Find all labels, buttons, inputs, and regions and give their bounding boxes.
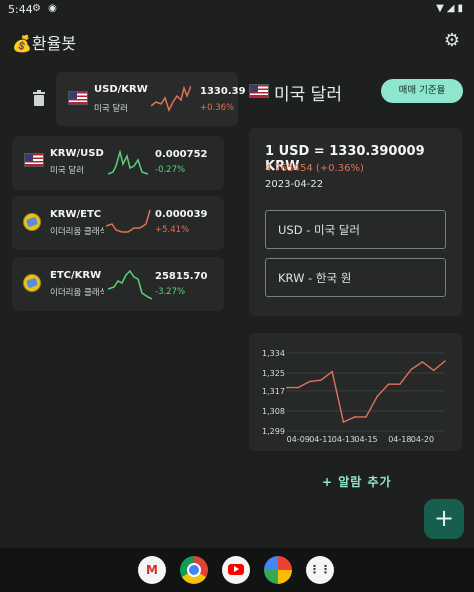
y-tick-label: 1,325 (262, 369, 285, 378)
data-point (308, 380, 311, 383)
data-point (399, 383, 401, 385)
x-tick-label: 04-18 (388, 435, 411, 444)
app-title: 💰환율봇 (12, 30, 76, 54)
sparkline (108, 149, 148, 175)
rate-date: 2023-04-22 (265, 179, 324, 190)
rate-change: -3.27% (155, 287, 186, 297)
data-point (286, 386, 288, 389)
data-point (331, 370, 333, 373)
rate-change: +5.41% (155, 225, 190, 235)
sparkline (151, 85, 191, 112)
rate-chart: 1,334 1,325 1,317 1,308 1,29904-09 04-11 04-13… (262, 349, 446, 444)
conversion-card: 1 USD = 1330.390009 KRW 4.765454 (+0.36%… (249, 128, 462, 316)
clock: 5:44 (8, 3, 33, 16)
us-flag-icon (24, 153, 44, 167)
rate-change: -0.27% (155, 165, 186, 175)
status-bar: 5:44 ⚙ ◉ ▼◢▮ (0, 0, 474, 20)
add-alarm-button[interactable]: + 알람 추가 (322, 473, 392, 490)
data-point (320, 379, 322, 381)
data-point (432, 369, 435, 372)
rate-value: 1330.39 (200, 86, 246, 97)
system-icons: ▼◢▮ (436, 3, 466, 14)
rate-value: 25815.70 (155, 271, 208, 282)
x-tick-label: 04-11 (309, 435, 332, 444)
add-fab-button[interactable]: + (424, 499, 464, 539)
y-tick-label: 1,299 (262, 427, 285, 436)
currency-name: 미국 달러 (94, 104, 128, 114)
pair-label: ETC/KRW (50, 270, 102, 281)
app-drawer-icon[interactable]: ⋮⋮ (306, 556, 334, 584)
rate-change: +0.36% (200, 103, 235, 113)
list-item[interactable]: KRW/USD 미국 달러 0.000752 -0.27% (12, 136, 224, 190)
app-title-text: 환율봇 (31, 34, 77, 53)
y-tick-label: 1,334 (262, 349, 285, 358)
list-item[interactable]: ETC/KRW 이더리움 클래식 25815.70 -3.27% (12, 257, 224, 311)
data-point (444, 360, 446, 362)
ethereum-classic-icon (23, 274, 41, 292)
from-currency-field[interactable]: USD - 미국 달러 (265, 210, 446, 249)
y-tick-label: 1,317 (262, 387, 285, 396)
x-tick-label: 04-09 (287, 435, 310, 444)
data-point (297, 386, 300, 389)
data-point (376, 395, 379, 398)
rate-value: 0.000752 (155, 149, 208, 160)
gmail-icon[interactable]: M (138, 556, 166, 584)
from-currency-value: USD - 미국 달러 (278, 223, 361, 237)
data-point (410, 368, 412, 371)
x-tick-label: 04-15 (354, 435, 377, 444)
data-point (342, 421, 345, 423)
us-flag-icon (249, 84, 269, 98)
currency-name: 이더리움 클래식 (50, 227, 104, 237)
system-dock: M ⋮⋮ (0, 548, 474, 592)
pair-label: KRW/USD (50, 148, 104, 159)
chrome-icon[interactable] (180, 556, 208, 584)
us-flag-icon (68, 91, 88, 105)
sparkline (108, 269, 152, 300)
change-line: 4.765454 (+0.36%) (265, 163, 364, 174)
x-tick-label: 04-20 (411, 435, 434, 444)
currency-name: 미국 달러 (50, 166, 84, 176)
delete-icon[interactable] (32, 90, 46, 106)
currency-name: 이더리움 클래식 (50, 288, 104, 298)
to-currency-field[interactable]: KRW - 한국 원 (265, 258, 446, 297)
notification-icons: ⚙ ◉ (32, 3, 59, 14)
rate-value: 0.000039 (155, 209, 208, 220)
data-point (353, 416, 356, 418)
ethereum-classic-icon (23, 213, 41, 231)
money-bag-icon: 💰 (12, 34, 32, 53)
gear-icon[interactable]: ⚙ (444, 30, 460, 51)
rate-series-line (287, 360, 446, 424)
data-point (365, 416, 367, 418)
data-point (421, 361, 424, 363)
app-bar: 💰환율봇 ⚙ (0, 22, 474, 62)
list-item[interactable]: KRW/ETC 이더리움 클래식 0.000039 +5.41% (12, 196, 224, 250)
pair-label: KRW/ETC (50, 209, 102, 220)
x-tick-label: 04-13 (332, 435, 355, 444)
pinned-rate-card[interactable]: USD/KRW 미국 달러 1330.39 +0.36% (56, 72, 246, 126)
y-tick-label: 1,308 (262, 407, 285, 416)
data-point (387, 383, 390, 385)
youtube-icon[interactable] (222, 556, 250, 584)
sparkline (106, 209, 151, 233)
currency-title: 미국 달러 (274, 85, 342, 105)
to-currency-value: KRW - 한국 원 (278, 271, 352, 285)
pair-label: USD/KRW (94, 84, 148, 95)
rate-chart-card: 1,334 1,325 1,317 1,308 1,299 04-09 04-11 04-13… (249, 333, 462, 451)
base-rate-button[interactable]: 매매 기준율 (381, 79, 463, 103)
photos-icon[interactable] (264, 556, 292, 584)
